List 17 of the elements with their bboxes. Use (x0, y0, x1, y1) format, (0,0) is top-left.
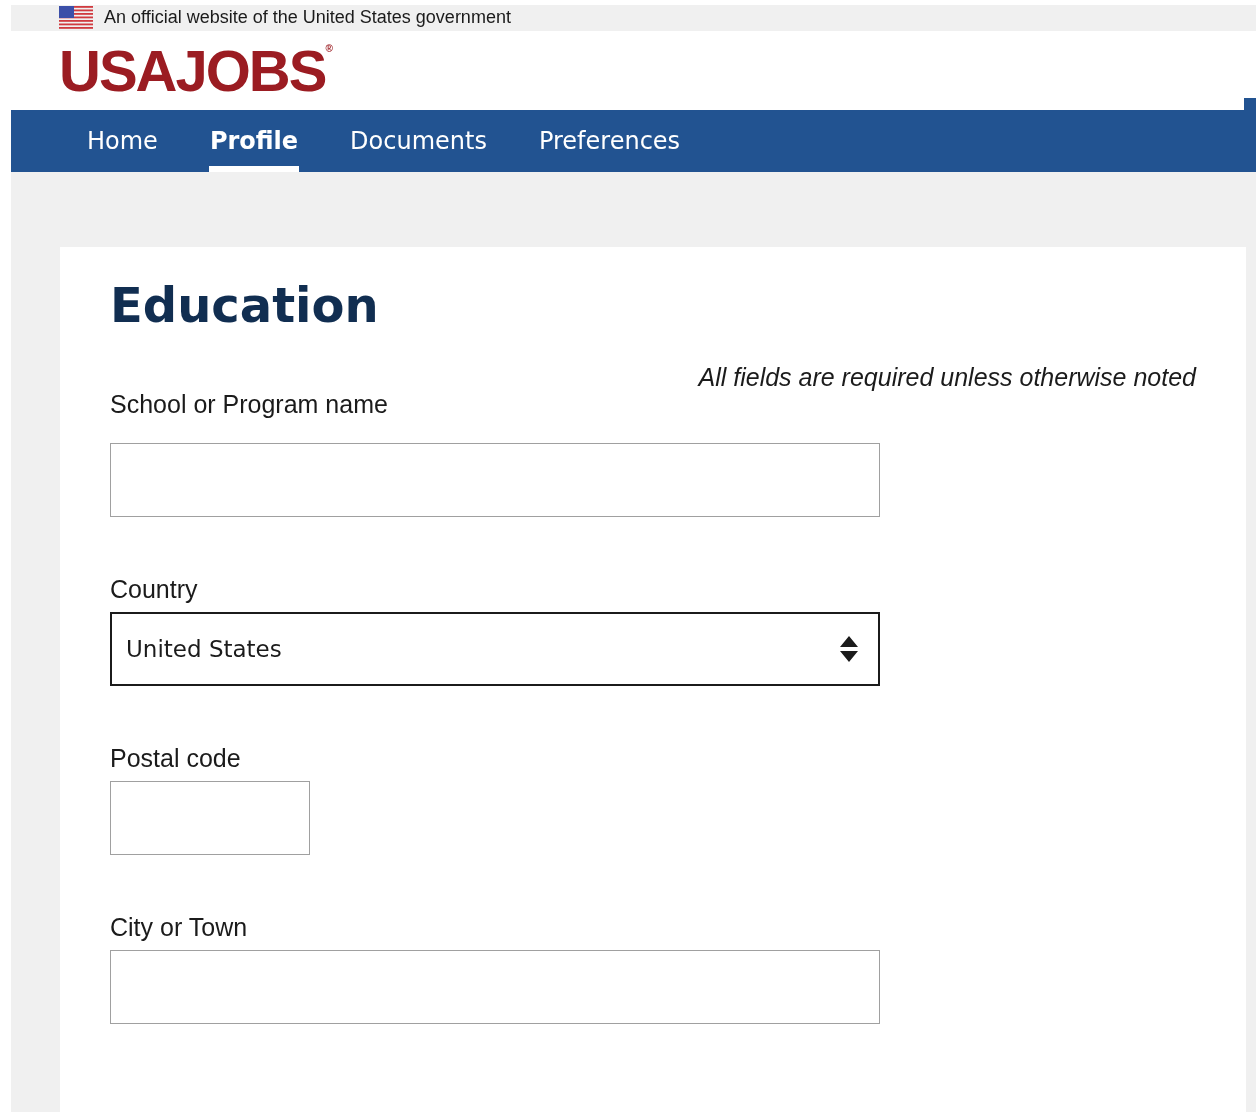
flag-icon (59, 5, 93, 30)
required-note: All fields are required unless otherwise noted (696, 363, 1196, 392)
page-title: Education (110, 277, 380, 333)
sort-arrows-icon (840, 636, 858, 662)
nav-tab[interactable]: Documents (349, 109, 488, 172)
banner-text: An official website of the United States government (104, 7, 511, 29)
text-input[interactable] (110, 443, 880, 517)
nav-tab[interactable]: Preferences (537, 109, 682, 172)
field-label: Country (110, 575, 199, 604)
field-label: School or Program name (110, 390, 389, 419)
country-select[interactable]: United States (110, 612, 880, 686)
nav-tab[interactable]: Home (86, 109, 159, 172)
field-label: City or Town (110, 913, 249, 942)
field-label: Postal code (110, 744, 242, 773)
text-input[interactable] (110, 950, 880, 1024)
text-input[interactable] (110, 781, 310, 855)
site-logo[interactable]: USAJOBS® (59, 36, 333, 104)
